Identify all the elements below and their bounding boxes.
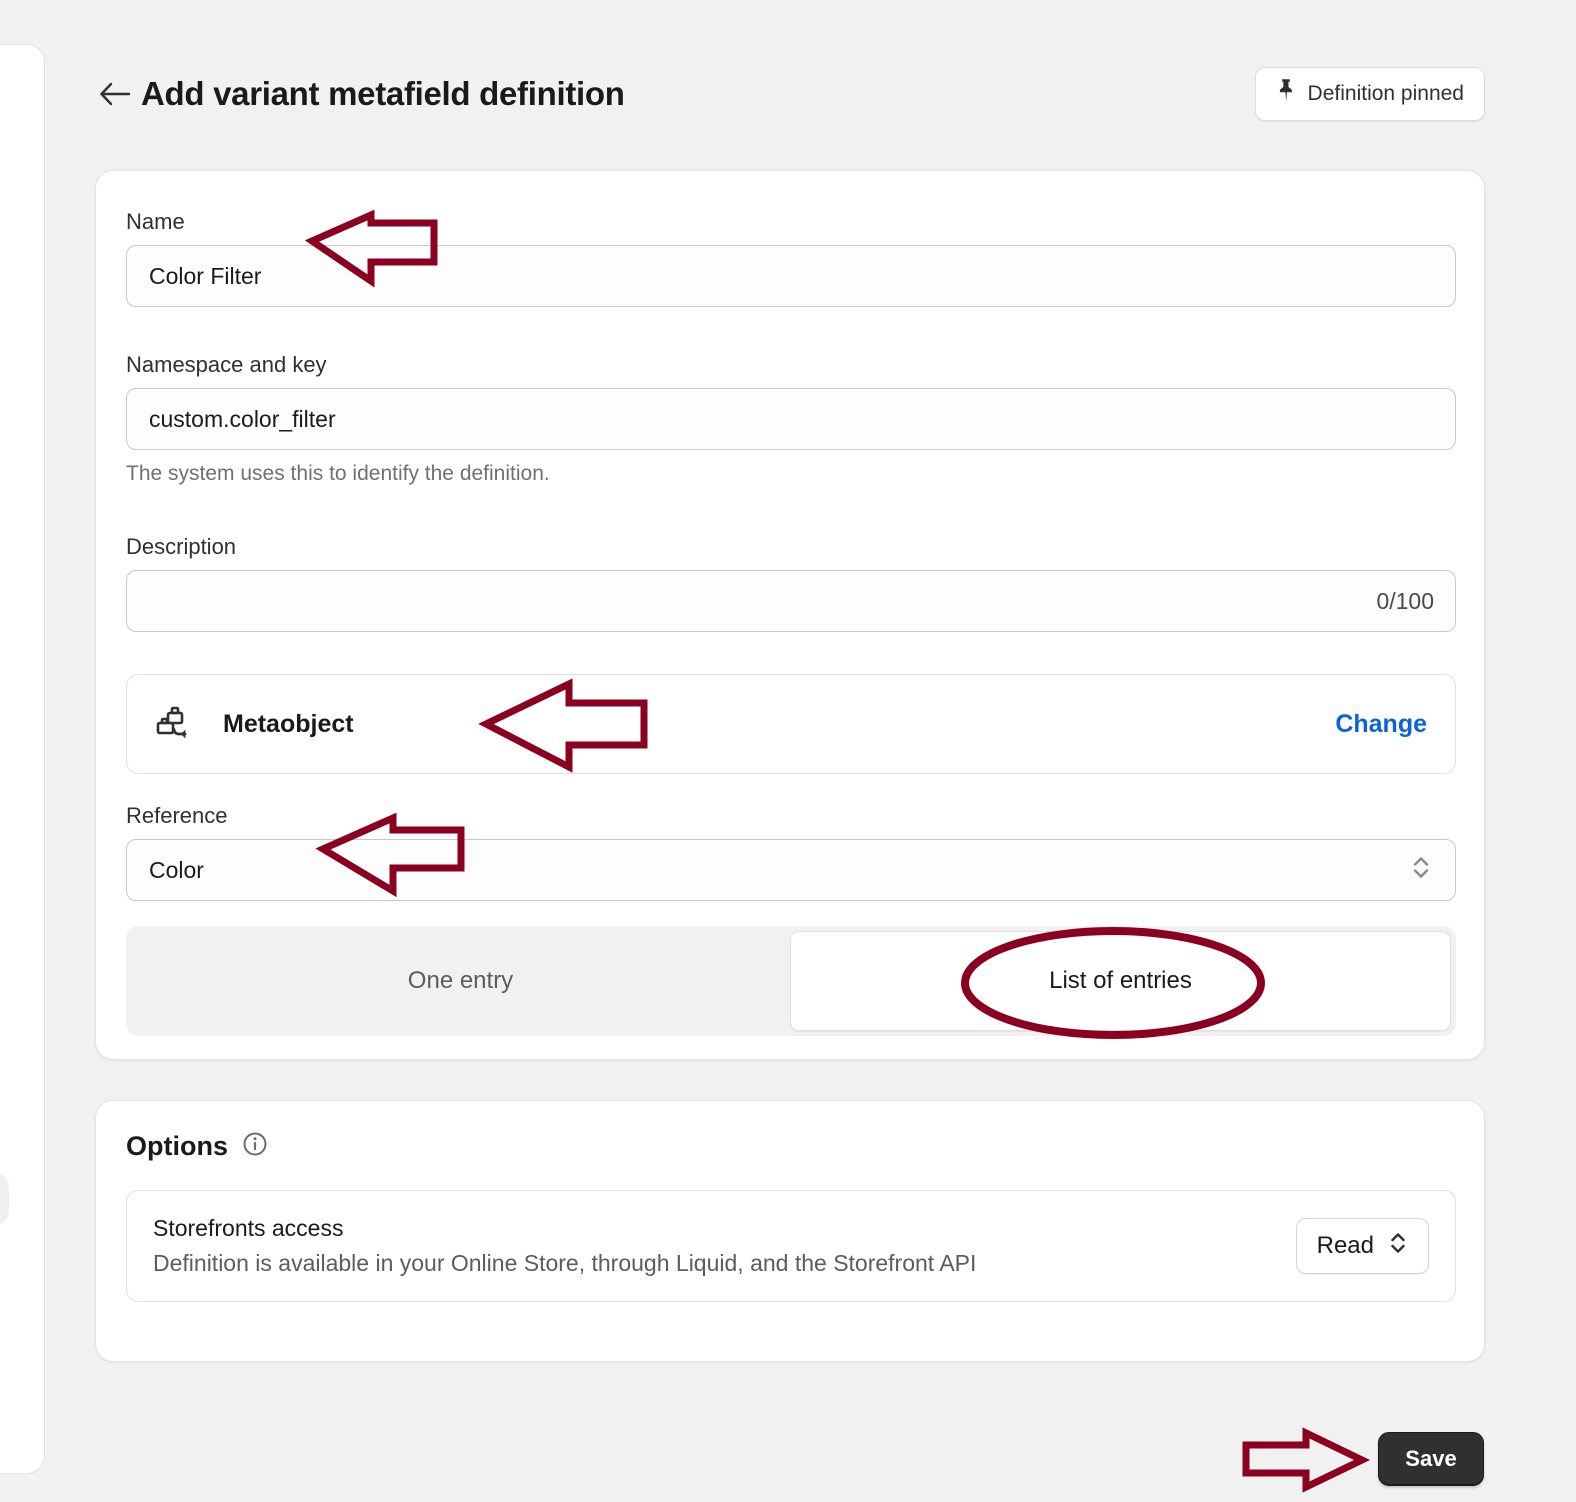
segment-list-of-entries[interactable]: List of entries bbox=[790, 931, 1451, 1031]
metaobject-icon bbox=[155, 704, 195, 744]
pin-icon bbox=[1276, 78, 1296, 110]
chevron-up-down-icon bbox=[1410, 852, 1432, 889]
chevron-up-down-icon bbox=[1388, 1228, 1408, 1265]
storefronts-access-title: Storefronts access bbox=[153, 1215, 976, 1242]
storefronts-access-select[interactable]: Read bbox=[1296, 1218, 1429, 1274]
panel-drag-handle[interactable] bbox=[0, 1173, 9, 1225]
name-input[interactable] bbox=[126, 245, 1456, 307]
definition-pinned-button[interactable]: Definition pinned bbox=[1255, 67, 1485, 121]
description-input[interactable] bbox=[126, 570, 1456, 632]
segment-one-entry[interactable]: One entry bbox=[131, 931, 790, 1031]
storefronts-access-description: Definition is available in your Online S… bbox=[153, 1250, 976, 1277]
storefronts-access-row: Storefronts access Definition is availab… bbox=[126, 1190, 1456, 1302]
options-title: Options bbox=[126, 1131, 228, 1162]
definition-pinned-label: Definition pinned bbox=[1308, 82, 1464, 106]
left-side-panel bbox=[0, 44, 45, 1474]
options-header: Options bbox=[126, 1131, 1456, 1162]
page-header: Add variant metafield definition Definit… bbox=[95, 60, 1485, 128]
options-card: Options Storefronts access Definition is… bbox=[95, 1100, 1485, 1362]
save-button[interactable]: Save bbox=[1378, 1432, 1484, 1486]
change-type-link[interactable]: Change bbox=[1335, 710, 1427, 739]
reference-select[interactable]: Color bbox=[126, 839, 1456, 901]
reference-label: Reference bbox=[126, 803, 1456, 829]
metafield-type-name: Metaobject bbox=[223, 710, 354, 739]
metafield-type-row: Metaobject Change bbox=[126, 674, 1456, 774]
namespace-and-key-input[interactable] bbox=[126, 388, 1456, 450]
reference-selected-value: Color bbox=[149, 857, 204, 884]
namespace-label: Namespace and key bbox=[126, 352, 1456, 378]
arrow-left-icon[interactable] bbox=[95, 74, 135, 114]
info-circle-icon[interactable] bbox=[242, 1131, 268, 1162]
annotation-arrow-save bbox=[1246, 1433, 1362, 1487]
description-label: Description bbox=[126, 534, 1456, 560]
app-root: Add variant metafield definition Definit… bbox=[0, 0, 1576, 1502]
entries-toggle-group: One entry List of entries bbox=[126, 926, 1456, 1036]
namespace-help-text: The system uses this to identify the def… bbox=[126, 462, 1456, 486]
storefronts-access-value: Read bbox=[1317, 1232, 1374, 1260]
page-title: Add variant metafield definition bbox=[141, 75, 625, 113]
definition-details-card: Name Namespace and key The system uses t… bbox=[95, 170, 1485, 1060]
name-label: Name bbox=[126, 209, 1456, 235]
